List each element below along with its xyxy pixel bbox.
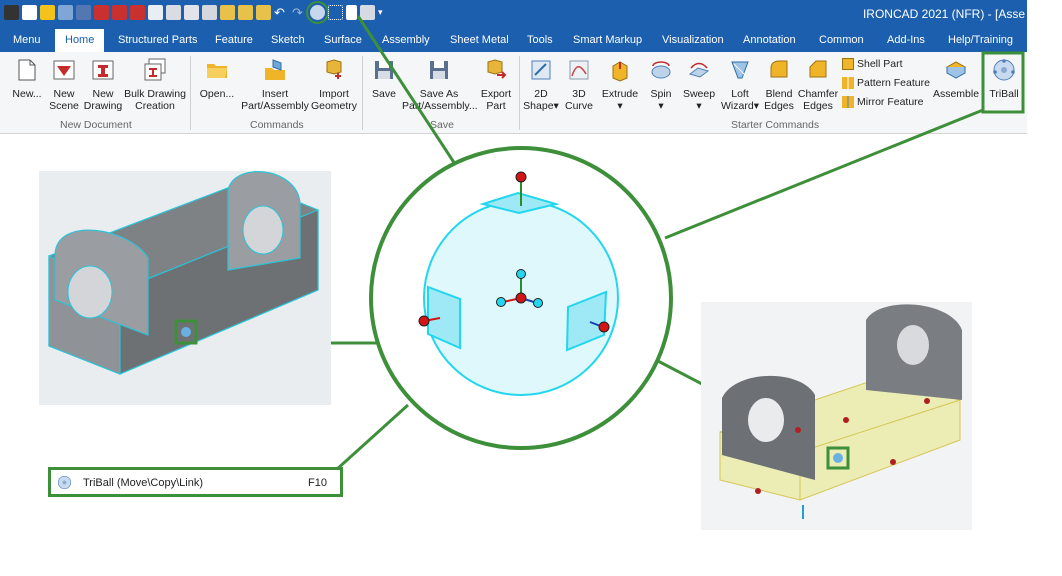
triball-menu-shortcut: F10: [308, 477, 327, 489]
triball-menu-icon: [57, 475, 72, 490]
triball-icon: [993, 59, 1015, 81]
left-model-view: [39, 171, 331, 405]
triball-menu-item[interactable]: TriBall (Move\Copy\Link) F10: [48, 467, 343, 497]
right-model-view: [701, 302, 972, 530]
triball-button[interactable]: TriBall: [986, 58, 1022, 100]
triball-magnifier: [369, 146, 673, 450]
triball-menu-label: TriBall (Move\Copy\Link): [83, 477, 204, 489]
